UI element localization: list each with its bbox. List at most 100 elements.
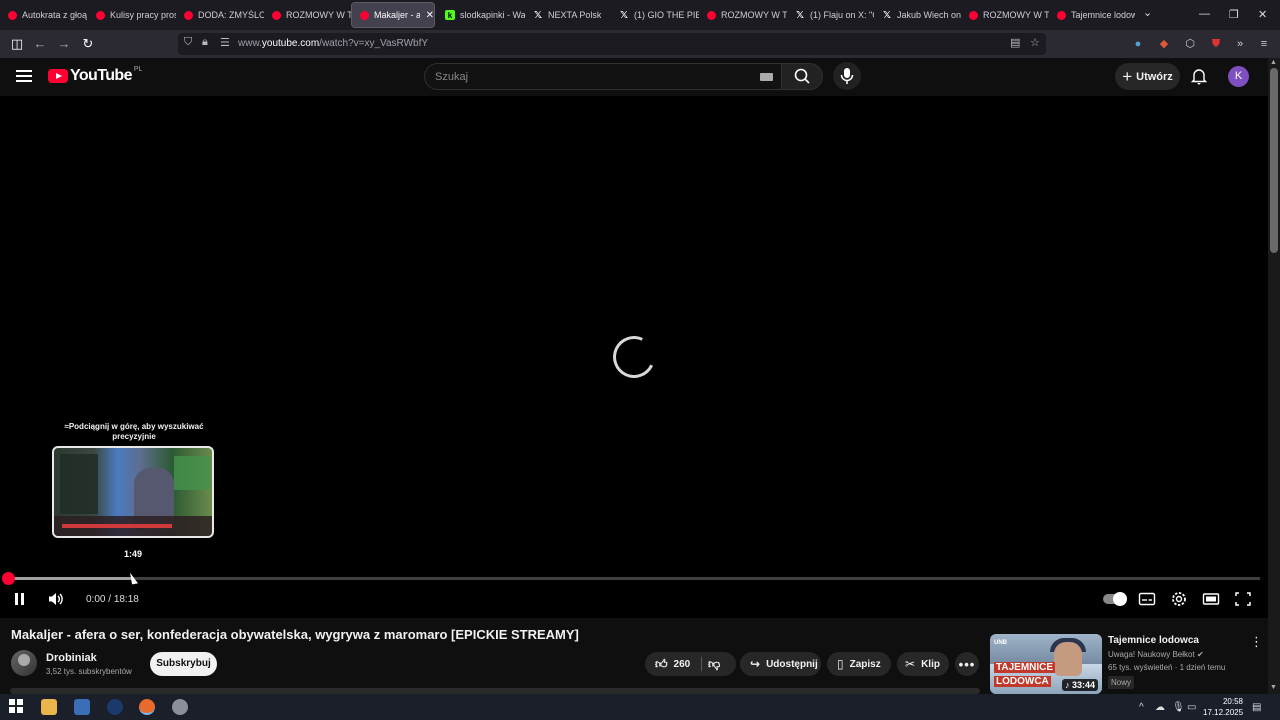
clip-button[interactable]: ✂ Klip <box>897 652 949 676</box>
ublock-icon[interactable]: ⛊ <box>1209 37 1223 51</box>
video-duration-badge: ♪ 33:44 <box>1061 679 1098 691</box>
close-window-icon[interactable]: ✕ <box>1258 8 1267 21</box>
browser-tab[interactable]: k slodkapinki - Wa <box>437 2 525 28</box>
x-icon: 𝕏 <box>533 9 543 21</box>
notifications-bell-icon[interactable] <box>1190 67 1208 85</box>
progress-scrubber[interactable] <box>2 572 15 585</box>
scroll-up-arrow-icon[interactable]: ▲ <box>1270 59 1277 66</box>
url-text[interactable]: www.youtube.com/watch?v=xy_VasRWbfY <box>238 38 428 49</box>
reader-view-icon[interactable]: ▤ <box>1010 36 1020 49</box>
steam-icon[interactable] <box>107 699 123 715</box>
youtube-logo[interactable]: YouTube PL <box>48 66 142 85</box>
progress-bar[interactable] <box>2 572 1260 585</box>
firefox-icon[interactable] <box>139 699 155 715</box>
video-title: Makaljer - afera o ser, konfederacja oby… <box>11 627 579 642</box>
recommended-thumbnail[interactable]: UNB TAJEMNICE LODOWCA ♪ 33:44 <box>990 634 1102 694</box>
youtube-icon <box>8 10 17 20</box>
more-actions-icon[interactable]: ••• <box>955 652 979 676</box>
taskbar-clock[interactable]: 20:58 17.12.2025 <box>1203 696 1243 718</box>
browser-tab[interactable]: Kulisy pracy pros <box>88 2 176 28</box>
verified-check-icon: ✔ <box>1196 650 1204 659</box>
youtube-header: YouTube PL Szukaj + Utwórz K <box>0 58 1268 96</box>
account-avatar[interactable]: K <box>1228 66 1249 87</box>
time-display: 0:00 / 18:18 <box>86 593 139 605</box>
forward-arrow-icon[interactable]: → <box>55 35 73 53</box>
browser-tab[interactable]: 𝕏 (1) Flaju on X: "G <box>787 2 874 28</box>
overflow-chevron-icon[interactable]: » <box>1233 37 1247 51</box>
shield-icon[interactable]: ⛉ <box>184 36 192 49</box>
extension-fox-icon[interactable]: ◆ <box>1157 37 1171 51</box>
voice-search-button[interactable] <box>833 62 861 90</box>
onedrive-cloud-icon[interactable]: ☁ <box>1155 702 1165 713</box>
keyboard-icon[interactable] <box>760 73 773 81</box>
settings-button[interactable] <box>1170 591 1188 607</box>
thumbs-up-icon[interactable]: 👍︎ <box>655 657 668 672</box>
windows-start-icon[interactable] <box>9 699 25 715</box>
volume-button[interactable] <box>47 590 65 608</box>
subscribe-button[interactable]: Subskrybuj <box>150 652 217 676</box>
youtube-icon <box>969 10 978 20</box>
subtitles-button[interactable] <box>1138 591 1156 607</box>
scroll-down-arrow-icon[interactable]: ▼ <box>1270 684 1277 691</box>
file-explorer-icon[interactable] <box>41 699 57 715</box>
search-input[interactable]: Szukaj <box>424 63 782 90</box>
notification-center-icon[interactable]: ▤ <box>1252 702 1261 713</box>
app-icon[interactable] <box>172 699 188 715</box>
remote-desktop-icon[interactable] <box>74 699 90 715</box>
browser-tab[interactable]: Tajemnice lodow <box>1049 2 1135 28</box>
save-button[interactable]: ▯ Zapisz <box>827 652 891 676</box>
url-bar[interactable]: ⛉ 🔒︎ ☰ www.youtube.com/watch?v=xy_VasRWb… <box>178 33 1046 55</box>
share-button[interactable]: ↪ Udostępnij <box>740 652 821 676</box>
tray-chevron-up-icon[interactable]: ^ <box>1139 702 1144 713</box>
video-player[interactable]: ≈Podciągnij w górę, aby wyszukiwać precy… <box>0 96 1268 618</box>
extension-globe-icon[interactable]: ● <box>1131 37 1145 51</box>
browser-tab[interactable]: 𝕏 NEXTA Polsk <box>525 2 611 28</box>
page-scrollbar[interactable]: ▲ ▼ <box>1268 58 1280 694</box>
network-icon[interactable]: ▭ <box>1187 702 1196 713</box>
autoplay-toggle[interactable] <box>1103 592 1127 606</box>
browser-tab[interactable]: ROZMOWY W TO <box>264 2 351 28</box>
theater-mode-button[interactable] <box>1202 591 1220 607</box>
x-icon: 𝕏 <box>795 9 805 21</box>
browser-navbar: ◫ ← → ↻ ⛉ 🔒︎ ☰ www.youtube.com/watch?v=x… <box>0 30 1280 58</box>
scrollbar-thumb[interactable] <box>1270 68 1278 253</box>
kebab-menu-icon[interactable]: ⋮ <box>1250 634 1263 650</box>
channel-avatar[interactable] <box>11 650 37 676</box>
recommended-channel[interactable]: Uwaga! Naukowy Bełkot ✔ <box>1108 650 1204 659</box>
minimize-icon[interactable]: — <box>1199 8 1210 20</box>
browser-tab[interactable]: ROZMOWY W TC <box>961 2 1049 28</box>
fullscreen-icon <box>1235 592 1251 606</box>
browser-tab[interactable]: ROZMOWY W TC <box>699 2 787 28</box>
thumbs-down-icon[interactable]: 👎︎ <box>708 657 720 672</box>
pause-button[interactable] <box>15 590 27 608</box>
close-tab-icon[interactable]: ✕ <box>426 10 434 21</box>
tab-list-chevron-icon[interactable]: ⌄ <box>1143 6 1152 19</box>
channel-name[interactable]: Drobiniak <box>46 652 97 664</box>
progress-hover-fill <box>8 577 132 580</box>
sidebar-toggle-icon[interactable]: ◫ <box>8 35 26 53</box>
create-button[interactable]: + Utwórz <box>1115 63 1180 90</box>
lock-icon[interactable]: 🔒︎ <box>202 36 208 49</box>
recommended-title[interactable]: Tajemnice lodowca <box>1108 635 1199 646</box>
browser-tab[interactable]: 𝕏 Jakub Wiech on <box>874 2 961 28</box>
microphone-tray-icon[interactable]: 🎙︎ <box>1172 702 1185 713</box>
browser-tab-active[interactable]: Makaljer - afe✕ <box>351 2 435 28</box>
x-icon: 𝕏 <box>619 9 629 21</box>
reload-icon[interactable]: ↻ <box>79 35 97 53</box>
extensions-puzzle-icon[interactable]: ⬡ <box>1183 37 1197 51</box>
youtube-icon <box>96 10 105 20</box>
browser-tab[interactable]: 𝕏(1) GIO THE PIEK <box>611 2 699 28</box>
hamburger-menu-icon[interactable] <box>16 70 32 82</box>
seek-preview-time: 1:49 <box>123 549 142 559</box>
browser-tab[interactable]: DODA: ZMYŚLOI <box>176 2 264 28</box>
permissions-icon[interactable]: ☰ <box>220 36 230 49</box>
app-menu-icon[interactable]: ≡ <box>1257 37 1271 51</box>
windows-taskbar: ^ ☁ 🎙︎ ▭ 20:58 17.12.2025 ▤ <box>0 694 1280 720</box>
search-button[interactable] <box>781 63 823 90</box>
browser-tab[interactable]: Autokrata z głoą <box>0 2 88 28</box>
like-count[interactable]: 260 <box>674 659 691 670</box>
maximize-icon[interactable]: ❐ <box>1229 8 1239 21</box>
back-arrow-icon[interactable]: ← <box>31 35 49 53</box>
fullscreen-button[interactable] <box>1234 591 1252 607</box>
bookmark-star-icon[interactable]: ☆ <box>1030 36 1040 49</box>
